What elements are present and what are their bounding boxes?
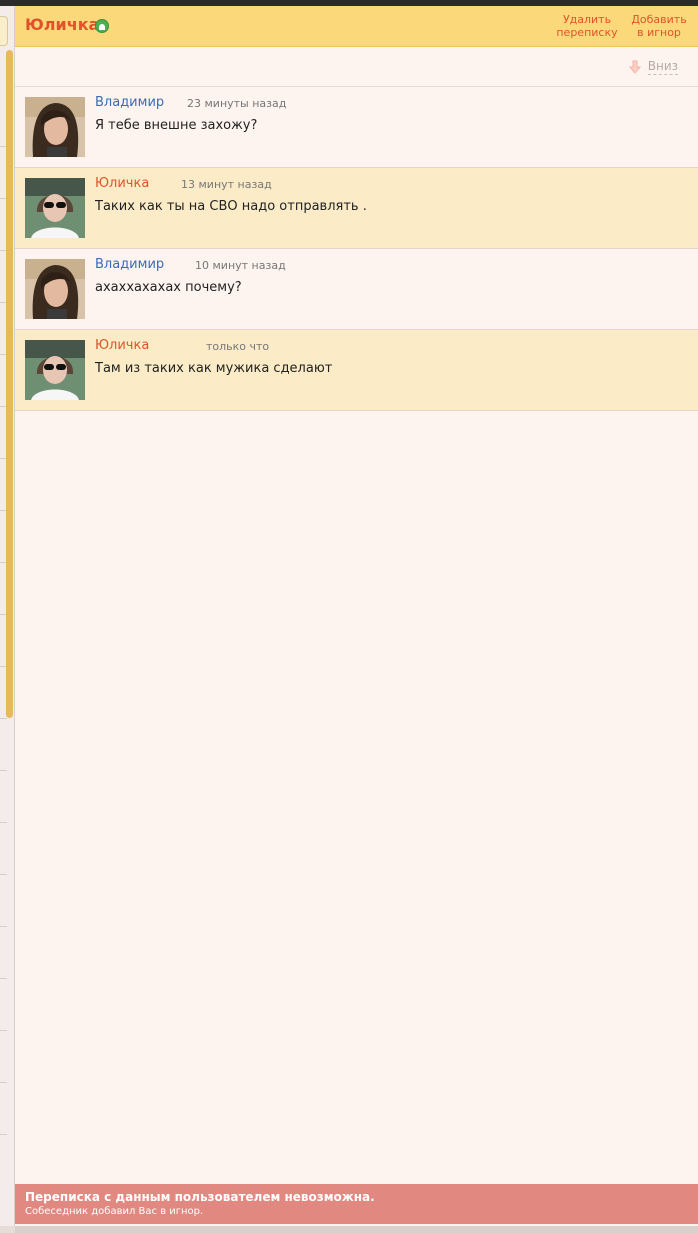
- scroll-down-link[interactable]: Вниз: [647, 59, 678, 75]
- message-text: ахаххахахах почему?: [95, 280, 242, 295]
- contact-name[interactable]: Юличка: [25, 15, 99, 34]
- notice-subtitle: Собеседник добавил Вас в игнор.: [25, 1206, 204, 1217]
- avatar[interactable]: [25, 97, 85, 157]
- message-time: 10 минут назад: [195, 259, 286, 272]
- message-text: Я тебе внешне захожу?: [95, 118, 258, 133]
- chat-header: Юличка Удалить переписку Добавить в игно…: [15, 6, 698, 47]
- left-sidebar-strip: [0, 6, 15, 1226]
- message-item: Юличка 13 минут назад Таких как ты на СВ…: [15, 168, 698, 249]
- message-item: Владимир 10 минут назад ахаххахахах поче…: [15, 249, 698, 330]
- avatar[interactable]: [25, 259, 85, 319]
- message-text: Там из таких как мужика сделают: [95, 361, 333, 376]
- message-author[interactable]: Владимир: [95, 95, 164, 110]
- avatar[interactable]: [25, 178, 85, 238]
- message-author[interactable]: Владимир: [95, 257, 164, 272]
- ignore-notice-banner: Переписка с данным пользователем невозмо…: [15, 1184, 698, 1224]
- message-toolbar: Вниз: [15, 47, 698, 87]
- window-bottom-strip: [15, 1226, 698, 1233]
- message-time: 23 минуты назад: [187, 97, 287, 110]
- message-time: 13 минут назад: [181, 178, 272, 191]
- android-icon: [95, 19, 109, 33]
- message-item: Владимир 23 минуты назад Я тебе внешне з…: [15, 87, 698, 168]
- delete-conversation-button[interactable]: Удалить переписку: [555, 13, 619, 39]
- message-text: Таких как ты на СВО надо отправлять .: [95, 199, 367, 214]
- message-author[interactable]: Юличка: [95, 176, 149, 191]
- add-to-ignore-button[interactable]: Добавить в игнор: [627, 13, 691, 39]
- sidebar-tab[interactable]: [0, 16, 8, 46]
- chat-panel: Юличка Удалить переписку Добавить в игно…: [15, 6, 698, 1226]
- message-author[interactable]: Юличка: [95, 338, 149, 353]
- message-time: только что: [206, 340, 270, 353]
- notice-title: Переписка с данным пользователем невозмо…: [25, 1190, 375, 1204]
- message-item: Юличка только что Там из таких как мужик…: [15, 330, 698, 411]
- vertical-scrollbar[interactable]: [6, 50, 13, 718]
- avatar[interactable]: [25, 340, 85, 400]
- arrow-down-icon: [628, 60, 642, 74]
